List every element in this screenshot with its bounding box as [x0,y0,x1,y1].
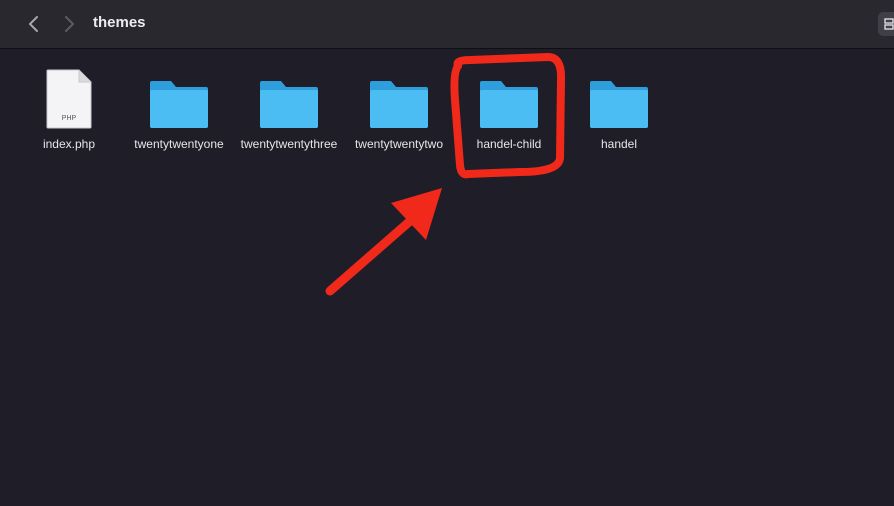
folder-item-handel-child[interactable]: handel-child [454,65,564,152]
file-grid: PHP index.php twentytwentyone twentytwen… [0,49,894,506]
folder-icon [590,81,648,128]
folder-icon [150,81,208,128]
back-button[interactable] [22,12,46,36]
folder-label: twentytwentythree [240,137,338,151]
folder-icon [480,81,538,128]
file-label: index.php [42,137,96,151]
folder-label: handel-child [476,137,542,151]
chevron-left-icon [29,16,38,32]
folder-icon [260,81,318,128]
php-file-icon: PHP [46,69,92,129]
folder-label: twentytwentyone [134,137,224,151]
window-title: themes [93,14,146,31]
folder-icon [370,81,428,128]
folder-item-twentytwentythree[interactable]: twentytwentythree [234,65,344,152]
grid-view-icon [884,18,894,30]
folder-label: handel [600,137,638,151]
folder-item-twentytwentytwo[interactable]: twentytwentytwo [344,65,454,152]
folder-label: twentytwentytwo [354,137,444,151]
file-type-badge: PHP [62,115,77,122]
folder-item-handel[interactable]: handel [564,65,674,152]
chevron-right-icon [65,16,74,32]
view-mode-button[interactable] [878,12,894,36]
toolbar: themes [0,0,894,49]
forward-button[interactable] [57,12,81,36]
folder-item-twentytwentyone[interactable]: twentytwentyone [124,65,234,152]
file-item-index-php[interactable]: PHP index.php [14,65,124,152]
